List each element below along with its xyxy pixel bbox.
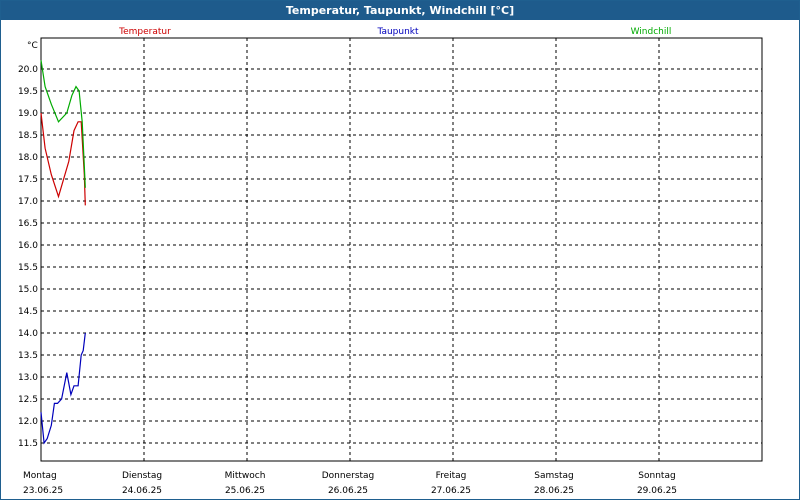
x-tick-date: 24.06.25 [122,486,162,496]
y-tick-label: 14.5 [18,307,38,317]
y-tick-label: 19.5 [18,87,38,97]
y-tick-label: 20.0 [18,65,38,75]
y-tick-label: 12.0 [18,417,38,427]
legend-temperatur: Temperatur [118,27,171,37]
plot-area [40,37,763,462]
y-tick-label: 15.5 [18,263,38,273]
y-tick-label: 14.0 [18,329,38,339]
y-tick-label: 16.0 [18,241,38,251]
y-tick-label: 11.5 [18,439,38,449]
y-tick-label: 13.5 [18,351,38,361]
y-tick-label: 18.5 [18,131,38,141]
x-tick-date: 29.06.25 [637,486,677,496]
y-tick-label: 18.0 [18,153,38,163]
x-tick-weekday: Samstag [534,471,573,481]
legend-taupunkt: Taupunkt [376,27,419,37]
y-tick-label: 19.0 [18,109,38,119]
x-tick-weekday: Donnerstag [322,471,375,481]
legend-windchill: Windchill [631,27,672,37]
x-tick-date: 28.06.25 [534,486,574,496]
x-tick-weekday: Mittwoch [225,471,266,481]
y-tick-label: 13.0 [18,373,38,383]
x-tick-date: 27.06.25 [431,486,471,496]
series-line-taupunkt [40,332,86,445]
chart-window: Temperatur, Taupunkt, Windchill [°C] 20.… [0,0,800,500]
y-axis-label: °C [27,41,38,51]
x-tick-date: 23.06.25 [23,486,63,496]
y-tick-label: 17.5 [18,175,38,185]
x-tick-date: 26.06.25 [328,486,368,496]
y-tick-label: 17.0 [18,197,38,207]
x-tick-weekday: Sonntag [638,471,675,481]
y-tick-label: 16.5 [18,219,38,229]
chart-canvas: 20.0 19.5 19.0 18.5 18.0 17.5 17.0 16.5 16.0 15.5… [18,27,763,496]
y-tick-label: 12.5 [18,395,38,405]
x-tick-weekday: Dienstag [122,471,162,481]
series-line-temperatur [40,112,86,206]
x-tick-weekday: Freitag [436,471,467,481]
series-line-windchill [40,60,86,188]
x-tick-date: 25.06.25 [225,486,265,496]
y-tick-label: 15.0 [18,285,38,295]
x-tick-weekday: Montag [23,471,57,481]
